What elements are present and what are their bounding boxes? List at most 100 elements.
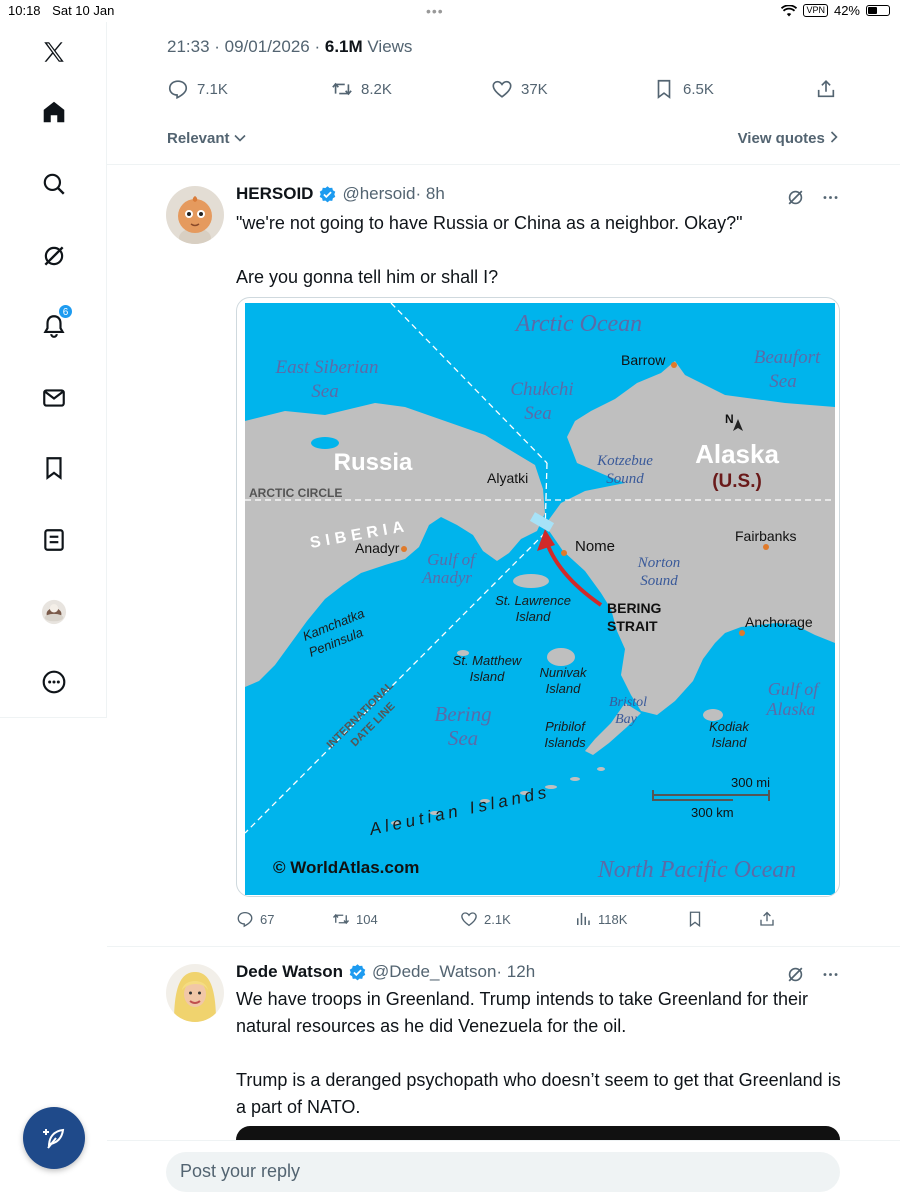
more-options-icon[interactable] [821, 188, 840, 207]
view-quotes-link[interactable]: View quotes [738, 130, 839, 147]
search-icon[interactable] [34, 164, 74, 204]
home-icon[interactable] [34, 92, 74, 132]
label-st-lawrence-island: Island [516, 609, 551, 624]
label-fairbanks: Fairbanks [735, 528, 796, 544]
tweet-image-map[interactable]: Arctic Ocean East Siberian Sea Chukchi S… [236, 297, 840, 897]
map-credit: © WorldAtlas.com [273, 858, 419, 877]
reply-count: 7.1K [197, 80, 228, 98]
label-bristol-bay: Bristol [609, 695, 647, 710]
vpn-indicator: VPN [803, 4, 828, 17]
author-name[interactable]: HERSOID [236, 184, 313, 204]
repost-button[interactable]: 8.2K [331, 78, 392, 100]
like-button[interactable]: 37K [491, 78, 548, 100]
sort-relevant-dropdown[interactable]: Relevant [167, 130, 246, 147]
label-gulf-of-anadyr: Gulf of [427, 550, 477, 569]
share-button[interactable] [815, 78, 837, 100]
tweet-header: Dede Watson @Dede_Watson · 12h [236, 962, 535, 982]
share-icon [760, 911, 774, 926]
more-icon[interactable] [34, 662, 74, 702]
author-name[interactable]: Dede Watson [236, 962, 343, 982]
share-icon [817, 80, 835, 98]
more-options-icon[interactable] [821, 965, 840, 984]
reply-count: 67 [260, 911, 275, 927]
bookmark-icon [657, 79, 671, 99]
bookmark-button[interactable] [686, 910, 704, 928]
label-gulf-of-anadyr: Anadyr [421, 568, 472, 587]
repost-icon [332, 913, 350, 925]
label-east-siberian-sea: East Siberian [275, 357, 379, 378]
profile-avatar[interactable] [34, 592, 74, 632]
bookmark-count: 6.5K [683, 80, 714, 98]
bookmark-button[interactable]: 6.5K [653, 78, 714, 100]
grok-icon[interactable] [786, 188, 805, 207]
x-logo-icon[interactable] [34, 32, 74, 72]
label-chukchi-sea: Chukchi [510, 379, 573, 400]
verified-badge-icon [320, 185, 336, 202]
label-bristol-bay: Bay [615, 712, 638, 727]
heart-icon [492, 80, 512, 98]
views-button[interactable]: 118K [574, 910, 627, 928]
verified-badge-icon [349, 963, 366, 980]
label-chukchi-sea: Sea [524, 403, 551, 424]
label-norton-sound: Sound [640, 573, 678, 589]
label-anchorage: Anchorage [745, 614, 813, 630]
compose-feather-icon [43, 1128, 65, 1149]
side-nav: 6 [0, 22, 107, 717]
like-button[interactable]: 2.1K [460, 910, 511, 928]
tweet-stats-bar: 67 104 2.1K 118K [236, 910, 776, 930]
grok-icon[interactable] [34, 236, 74, 276]
label-us: (U.S.) [712, 471, 762, 492]
messages-icon[interactable] [34, 378, 74, 418]
label-beaufort-sea: Beaufort [754, 347, 821, 368]
avatar[interactable] [166, 186, 224, 244]
avatar[interactable] [166, 964, 224, 1022]
tweet-header: HERSOID @hersoid · 8h [236, 184, 445, 204]
bookmarks-icon[interactable] [34, 448, 74, 488]
grok-icon[interactable] [786, 965, 805, 984]
reply-button[interactable]: 67 [236, 910, 274, 928]
compose-post-button[interactable] [23, 1107, 85, 1169]
like-count: 2.1K [484, 911, 511, 927]
tweet-text-line: Are you gonna tell him or shall I? [236, 267, 499, 287]
post-views-count: 6.1M [324, 37, 363, 56]
share-button[interactable] [758, 910, 776, 928]
notifications-icon[interactable]: 6 [34, 304, 74, 346]
label-nome: Nome [575, 538, 615, 555]
reply-tweet[interactable]: Dede Watson @Dede_Watson · 12h We have t… [107, 946, 900, 1140]
label-pribilof-islands: Pribilof [545, 719, 586, 734]
author-handle[interactable]: @Dede_Watson [372, 962, 496, 982]
post-time: 21:33 · 09/01/2026 · [167, 37, 321, 56]
label-kodiak-island: Island [712, 735, 747, 750]
repost-count: 8.2K [361, 80, 392, 98]
label-gulf-of-alaska: Gulf of [768, 679, 822, 699]
reply-input[interactable]: Post your reply [166, 1152, 840, 1192]
chevron-down-icon [234, 134, 246, 142]
label-russia: Russia [334, 449, 413, 476]
label-scale-miles: 300 mi [731, 775, 770, 790]
label-alaska: Alaska [695, 439, 779, 469]
multitask-dots-icon[interactable]: ••• [426, 3, 444, 19]
author-handle[interactable]: @hersoid [342, 184, 415, 204]
status-date: Sat 10 Jan [52, 3, 115, 18]
tweet-text: We have troops in Greenland. Trump inten… [236, 986, 846, 1121]
sort-relevant-label: Relevant [167, 130, 230, 147]
post-timestamp: 21:33 · 09/01/2026 · 6.1M Views [167, 37, 412, 57]
label-norton-sound: Norton [637, 555, 681, 571]
status-time: 10:18 [8, 3, 41, 18]
reply-button[interactable]: 7.1K [167, 78, 228, 100]
label-north-pacific-ocean: North Pacific Ocean [597, 857, 797, 883]
label-st-matthew-island: St. Matthew [453, 653, 523, 668]
label-east-siberian-sea: Sea [311, 381, 338, 402]
label-alyatki: Alyatki [487, 470, 528, 486]
lists-icon[interactable] [34, 520, 74, 560]
post-views-label: Views [367, 37, 413, 56]
tweet-header-actions [786, 188, 840, 207]
rail-divider [0, 717, 107, 718]
repost-button[interactable]: 104 [332, 910, 378, 928]
view-quotes-label: View quotes [737, 130, 825, 147]
label-bering-strait: BERING [607, 600, 662, 616]
post-action-bar: 7.1K 8.2K 37K 6.5K [167, 78, 839, 102]
repost-icon [332, 82, 352, 96]
tweet-header-actions [786, 965, 840, 984]
notifications-badge: 6 [58, 304, 73, 319]
